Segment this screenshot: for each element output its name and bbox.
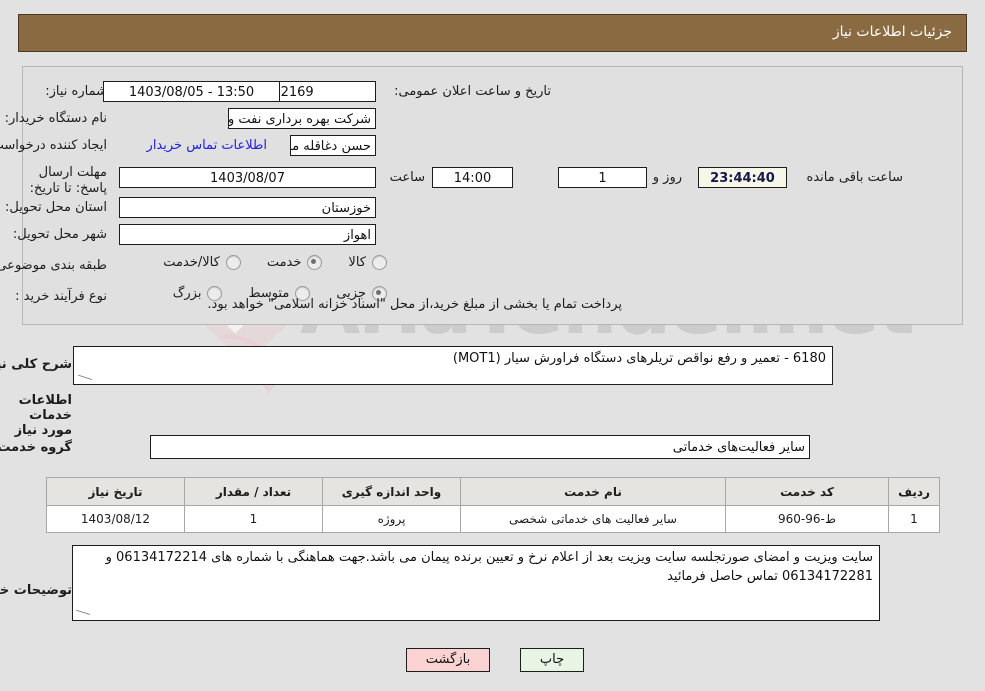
category-option-kala[interactable]: کالا: [348, 255, 387, 270]
col-need-date: تاریخ نیاز: [46, 477, 185, 506]
cell-quantity: 1: [184, 505, 323, 533]
process-label: نوع فرآیند خرید :: [15, 289, 107, 304]
description-label: شرح کلی نیاز:: [0, 357, 72, 372]
city-label: شهر محل تحویل:: [12, 227, 107, 242]
deadline-time-value: 14:00: [432, 167, 513, 188]
services-section-title: اطلاعات خدمات مورد نیاز: [14, 393, 72, 438]
back-button[interactable]: بازگشت: [406, 648, 490, 672]
table-header-row: ردیف کد خدمت نام خدمت واحد اندازه گیری ت…: [46, 477, 940, 506]
col-quantity: تعداد / مقدار: [184, 477, 323, 506]
cell-name: سایر فعالیت های خدماتی شخصی: [460, 505, 726, 533]
province-label: استان محل تحویل:: [5, 200, 107, 215]
radio-icon[interactable]: [307, 255, 323, 270]
col-row: ردیف: [888, 477, 940, 506]
page-root: AriaTender.net ⤵ جزئیات اطلاعات نیاز شما…: [0, 0, 985, 691]
service-group-value[interactable]: سایر فعالیت‌های خدماتی: [150, 435, 810, 459]
cell-row: 1: [888, 505, 940, 533]
category-option-label: کالا: [348, 255, 366, 270]
province-value: خوزستان: [119, 197, 376, 218]
category-option-label: کالا/خدمت: [163, 255, 220, 270]
category-option-khedmat[interactable]: خدمت: [267, 255, 323, 270]
page-title: جزئیات اطلاعات نیاز: [832, 24, 952, 40]
buyer-org-value: شرکت بهره برداری نفت و گاز کارون: [228, 108, 376, 129]
countdown-value: 23:44:40: [698, 167, 787, 188]
radio-icon[interactable]: [225, 255, 241, 270]
days-label: روز و: [652, 170, 682, 185]
buyer-org-label: نام دستگاه خریدار:: [4, 111, 107, 126]
category-option-label: خدمت: [266, 255, 302, 270]
city-value: اهواز: [119, 224, 376, 245]
cell-need-date: 1403/08/12: [46, 505, 185, 533]
buyer-notes-label: توضیحات خریدار:: [0, 583, 72, 598]
service-group-label: گروه خدمت:: [0, 440, 72, 455]
window-titlebar: جزئیات اطلاعات نیاز: [18, 14, 967, 52]
category-option-kala-khedmat[interactable]: کالا/خدمت: [163, 255, 241, 270]
buyer-contact-link[interactable]: اطلاعات تماس خریدار: [147, 138, 267, 153]
requester-value: حسن دغاقله مسئول کارگروه برنامه ریزی تعم…: [290, 135, 376, 156]
remaining-hours-label: ساعت باقی مانده: [806, 170, 903, 185]
cell-unit: پروژه: [322, 505, 461, 533]
category-radio-group: کالا خدمت کالا/خدمت: [137, 255, 387, 270]
col-unit: واحد اندازه گیری: [322, 477, 461, 506]
requester-label: ایجاد کننده درخواست:: [0, 138, 107, 153]
remaining-days-value: 1: [558, 167, 647, 188]
col-name: نام خدمت: [460, 477, 726, 506]
radio-icon[interactable]: [372, 255, 387, 270]
category-label: طبقه بندی موضوعی:: [0, 258, 107, 273]
col-code: کد خدمت: [725, 477, 889, 506]
hour-label: ساعت: [389, 170, 425, 185]
buyer-notes-textarea[interactable]: سایت ویزیت و امضای صورتجلسه سایت ویزیت ب…: [72, 545, 880, 621]
cell-code: ط-96-960: [725, 505, 889, 533]
process-option-label: بزرگ: [172, 286, 202, 301]
need-number-label: شماره نیاز:: [45, 84, 107, 99]
table-row: 1 ط-96-960 سایر فعالیت های خدماتی شخصی پ…: [46, 505, 940, 533]
deadline-label: مهلت ارسال پاسخ: تا تاریخ:: [29, 165, 107, 197]
announcement-value: 13:50 - 1403/08/05: [103, 81, 280, 102]
print-button[interactable]: چاپ: [520, 648, 584, 672]
deadline-date-value: 1403/08/07: [119, 167, 376, 188]
services-table: ردیف کد خدمت نام خدمت واحد اندازه گیری ت…: [46, 477, 940, 533]
announcement-label: تاریخ و ساعت اعلان عمومی:: [394, 84, 551, 99]
description-textarea[interactable]: 6180 - تعمیر و رفع نواقص تریلرهای دستگاه…: [73, 346, 833, 385]
treasury-note: پرداخت تمام یا بخشی از مبلغ خرید،از محل …: [207, 297, 622, 312]
